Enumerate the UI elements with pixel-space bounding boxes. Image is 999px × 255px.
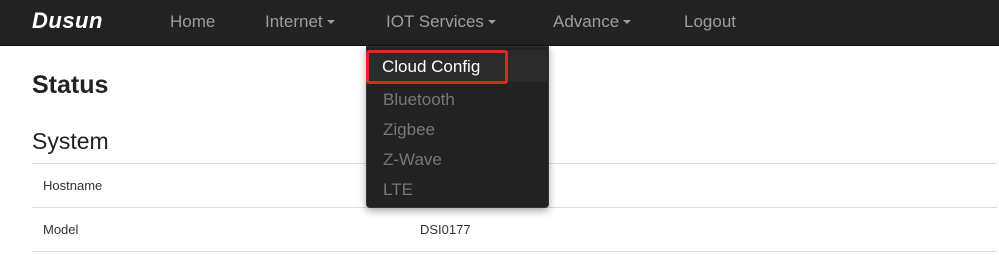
nav-iot-services-label: IOT Services	[386, 12, 484, 31]
model-value: DSI0177	[420, 222, 471, 237]
hostname-label: Hostname	[43, 178, 103, 193]
dropdown-item-bluetooth[interactable]: Bluetooth	[383, 90, 455, 110]
caret-down-icon	[326, 19, 335, 24]
caret-down-icon	[487, 19, 496, 24]
nav-internet-label: Internet	[265, 12, 323, 31]
nav-internet[interactable]: Internet	[265, 12, 335, 32]
top-navbar: Dusun Home Internet IOT Services Advance…	[0, 0, 999, 46]
nav-home[interactable]: Home	[170, 12, 215, 32]
nav-logout[interactable]: Logout	[684, 12, 736, 32]
nav-home-label: Home	[170, 12, 216, 31]
caret-down-icon	[623, 19, 632, 24]
model-label: Model	[43, 222, 79, 237]
page-title: Status	[32, 71, 109, 99]
nav-logout-label: Logout	[684, 12, 736, 31]
dropdown-item-z-wave[interactable]: Z-Wave	[383, 150, 442, 170]
dropdown-item-cloud-config-label[interactable]: Cloud Config	[382, 57, 480, 77]
nav-iot-services[interactable]: IOT Services	[386, 12, 496, 32]
table-row-model: Model DSI0177	[32, 207, 997, 252]
dropdown-item-lte[interactable]: LTE	[383, 180, 413, 200]
section-title: System	[32, 128, 109, 154]
nav-advance[interactable]: Advance	[553, 12, 632, 32]
dropdown-item-zigbee[interactable]: Zigbee	[383, 120, 435, 140]
brand-logo[interactable]: Dusun	[32, 8, 103, 34]
nav-advance-label: Advance	[553, 12, 620, 31]
